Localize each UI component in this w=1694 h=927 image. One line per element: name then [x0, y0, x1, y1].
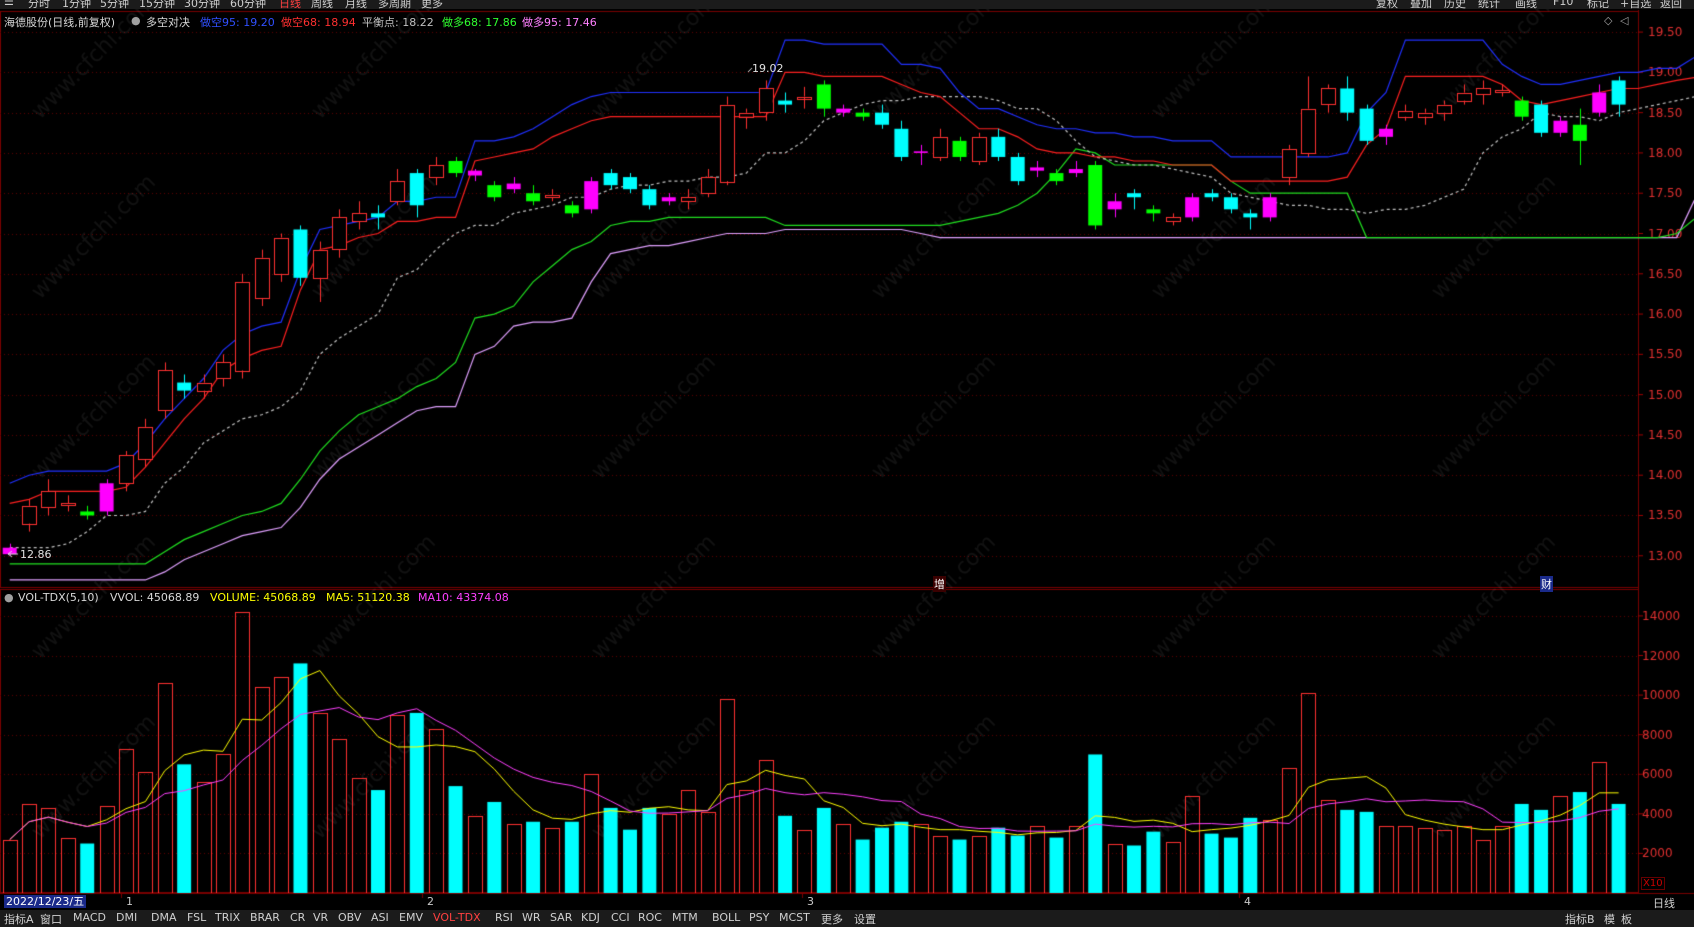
mark-button[interactable]: 标记 — [1587, 0, 1609, 9]
current-date-label: 2022/12/23/五 — [4, 895, 87, 908]
add-watchlist-button[interactable]: +自选 — [1620, 0, 1651, 9]
period-tab-intraday[interactable]: 分时 — [28, 0, 50, 9]
low-price-marker: 12.86 — [20, 548, 52, 561]
event-badge-finance[interactable]: 财 — [1540, 576, 1553, 592]
legend-volume: VOLUME: 45068.89 — [210, 591, 316, 604]
indicator-dot-icon[interactable]: ● — [131, 14, 141, 27]
overlay-button[interactable]: 叠加 — [1410, 0, 1432, 9]
tab-indicator-b[interactable]: 指标B — [1565, 911, 1595, 927]
tab-dmi[interactable]: DMI — [116, 911, 137, 924]
tab-template-left[interactable]: 模 — [1604, 911, 1615, 927]
tab-trix[interactable]: TRIX — [215, 911, 240, 924]
tab-mtm[interactable]: MTM — [672, 911, 698, 924]
period-tab-more[interactable]: 更多 — [421, 0, 443, 9]
month-label: 4 — [1244, 895, 1251, 908]
indicator-tab-bar: 指标A 窗口 MACD DMI DMA FSL TRIX BRAR CR VR … — [0, 910, 1694, 927]
legend-ma10: MA10: 43374.08 — [418, 591, 509, 604]
restore-rights-button[interactable]: 复权 — [1376, 0, 1398, 9]
period-label[interactable]: 日线 — [1653, 895, 1675, 911]
tab-settings[interactable]: 设置 — [854, 911, 876, 927]
tab-more[interactable]: 更多 — [821, 911, 843, 927]
toolbar-icon[interactable]: ☰ — [4, 0, 14, 8]
period-tab-weekly[interactable]: 周线 — [311, 0, 333, 9]
tab-dma[interactable]: DMA — [151, 911, 177, 924]
tab-psy[interactable]: PSY — [749, 911, 769, 924]
tab-macd[interactable]: MACD — [73, 911, 106, 924]
collapse-icon[interactable]: ◁ — [1620, 14, 1628, 27]
draw-lines-button[interactable]: 画线 — [1515, 0, 1537, 9]
stats-button[interactable]: 统计 — [1478, 0, 1500, 9]
legend-ma5: MA5: 51120.38 — [326, 591, 410, 604]
back-button[interactable]: 返回 — [1660, 0, 1682, 9]
tab-asi[interactable]: ASI — [371, 911, 389, 924]
tab-fsl[interactable]: FSL — [187, 911, 206, 924]
high-price-marker: 19.02 — [752, 62, 784, 75]
history-button[interactable]: 历史 — [1444, 0, 1466, 9]
tab-rsi[interactable]: RSI — [495, 911, 513, 924]
period-tab-5min[interactable]: 5分钟 — [100, 0, 129, 9]
legend-vvol: VVOL: 45068.89 — [110, 591, 200, 604]
period-tab-1min[interactable]: 1分钟 — [62, 0, 91, 9]
legend-duo68: 做多68: 17.86 — [442, 16, 517, 29]
indicator-name[interactable]: 多空对决 — [146, 14, 190, 30]
tab-indicator-a[interactable]: 指标A — [4, 911, 34, 927]
stock-chart-canvas[interactable] — [0, 0, 1694, 927]
tab-vr[interactable]: VR — [313, 911, 328, 924]
tab-emv[interactable]: EMV — [399, 911, 423, 924]
tab-boll[interactable]: BOLL — [712, 911, 740, 924]
tab-roc[interactable]: ROC — [638, 911, 662, 924]
tab-brar[interactable]: BRAR — [250, 911, 280, 924]
tab-window[interactable]: 窗口 — [40, 911, 62, 927]
period-tab-daily[interactable]: 日线 — [279, 0, 301, 9]
tab-vol-tdx[interactable]: VOL-TDX — [433, 911, 481, 924]
event-badge-increase[interactable]: 增 — [933, 576, 946, 592]
legend-balance: 平衡点: 18.22 — [362, 16, 434, 29]
stock-title: 海德股份(日线,前复权) — [4, 16, 116, 29]
legend-kong95: 做空95: 19.20 — [200, 16, 275, 29]
diamond-icon[interactable]: ◇ — [1604, 14, 1612, 27]
period-tab-multi[interactable]: 多周期 — [378, 0, 411, 9]
tab-obv[interactable]: OBV — [338, 911, 361, 924]
month-label: 3 — [807, 895, 814, 908]
tab-cci[interactable]: CCI — [611, 911, 630, 924]
period-toolbar: ☰ 分时 1分钟 5分钟 15分钟 30分钟 60分钟 日线 周线 月线 多周期… — [0, 0, 1694, 9]
tab-wr[interactable]: WR — [522, 911, 541, 924]
period-tab-60min[interactable]: 60分钟 — [230, 0, 266, 9]
tab-kdj[interactable]: KDJ — [581, 911, 600, 924]
month-label: 2 — [427, 895, 434, 908]
legend-kong68: 做空68: 18.94 — [281, 16, 356, 29]
period-tab-15min[interactable]: 15分钟 — [139, 0, 175, 9]
period-tab-30min[interactable]: 30分钟 — [184, 0, 220, 9]
volume-title[interactable]: VOL-TDX(5,10) — [18, 591, 99, 604]
volume-unit-badge: X10 — [1641, 877, 1665, 890]
month-label: 1 — [126, 895, 133, 908]
volume-dot-icon[interactable]: ● — [4, 591, 14, 604]
tab-sar[interactable]: SAR — [550, 911, 572, 924]
f10-button[interactable]: F10 — [1553, 0, 1573, 8]
period-tab-monthly[interactable]: 月线 — [345, 0, 367, 9]
tab-cr[interactable]: CR — [290, 911, 305, 924]
tab-template-right[interactable]: 板 — [1621, 911, 1632, 927]
legend-duo95: 做多95: 17.46 — [522, 16, 597, 29]
tab-mcst[interactable]: MCST — [779, 911, 810, 924]
